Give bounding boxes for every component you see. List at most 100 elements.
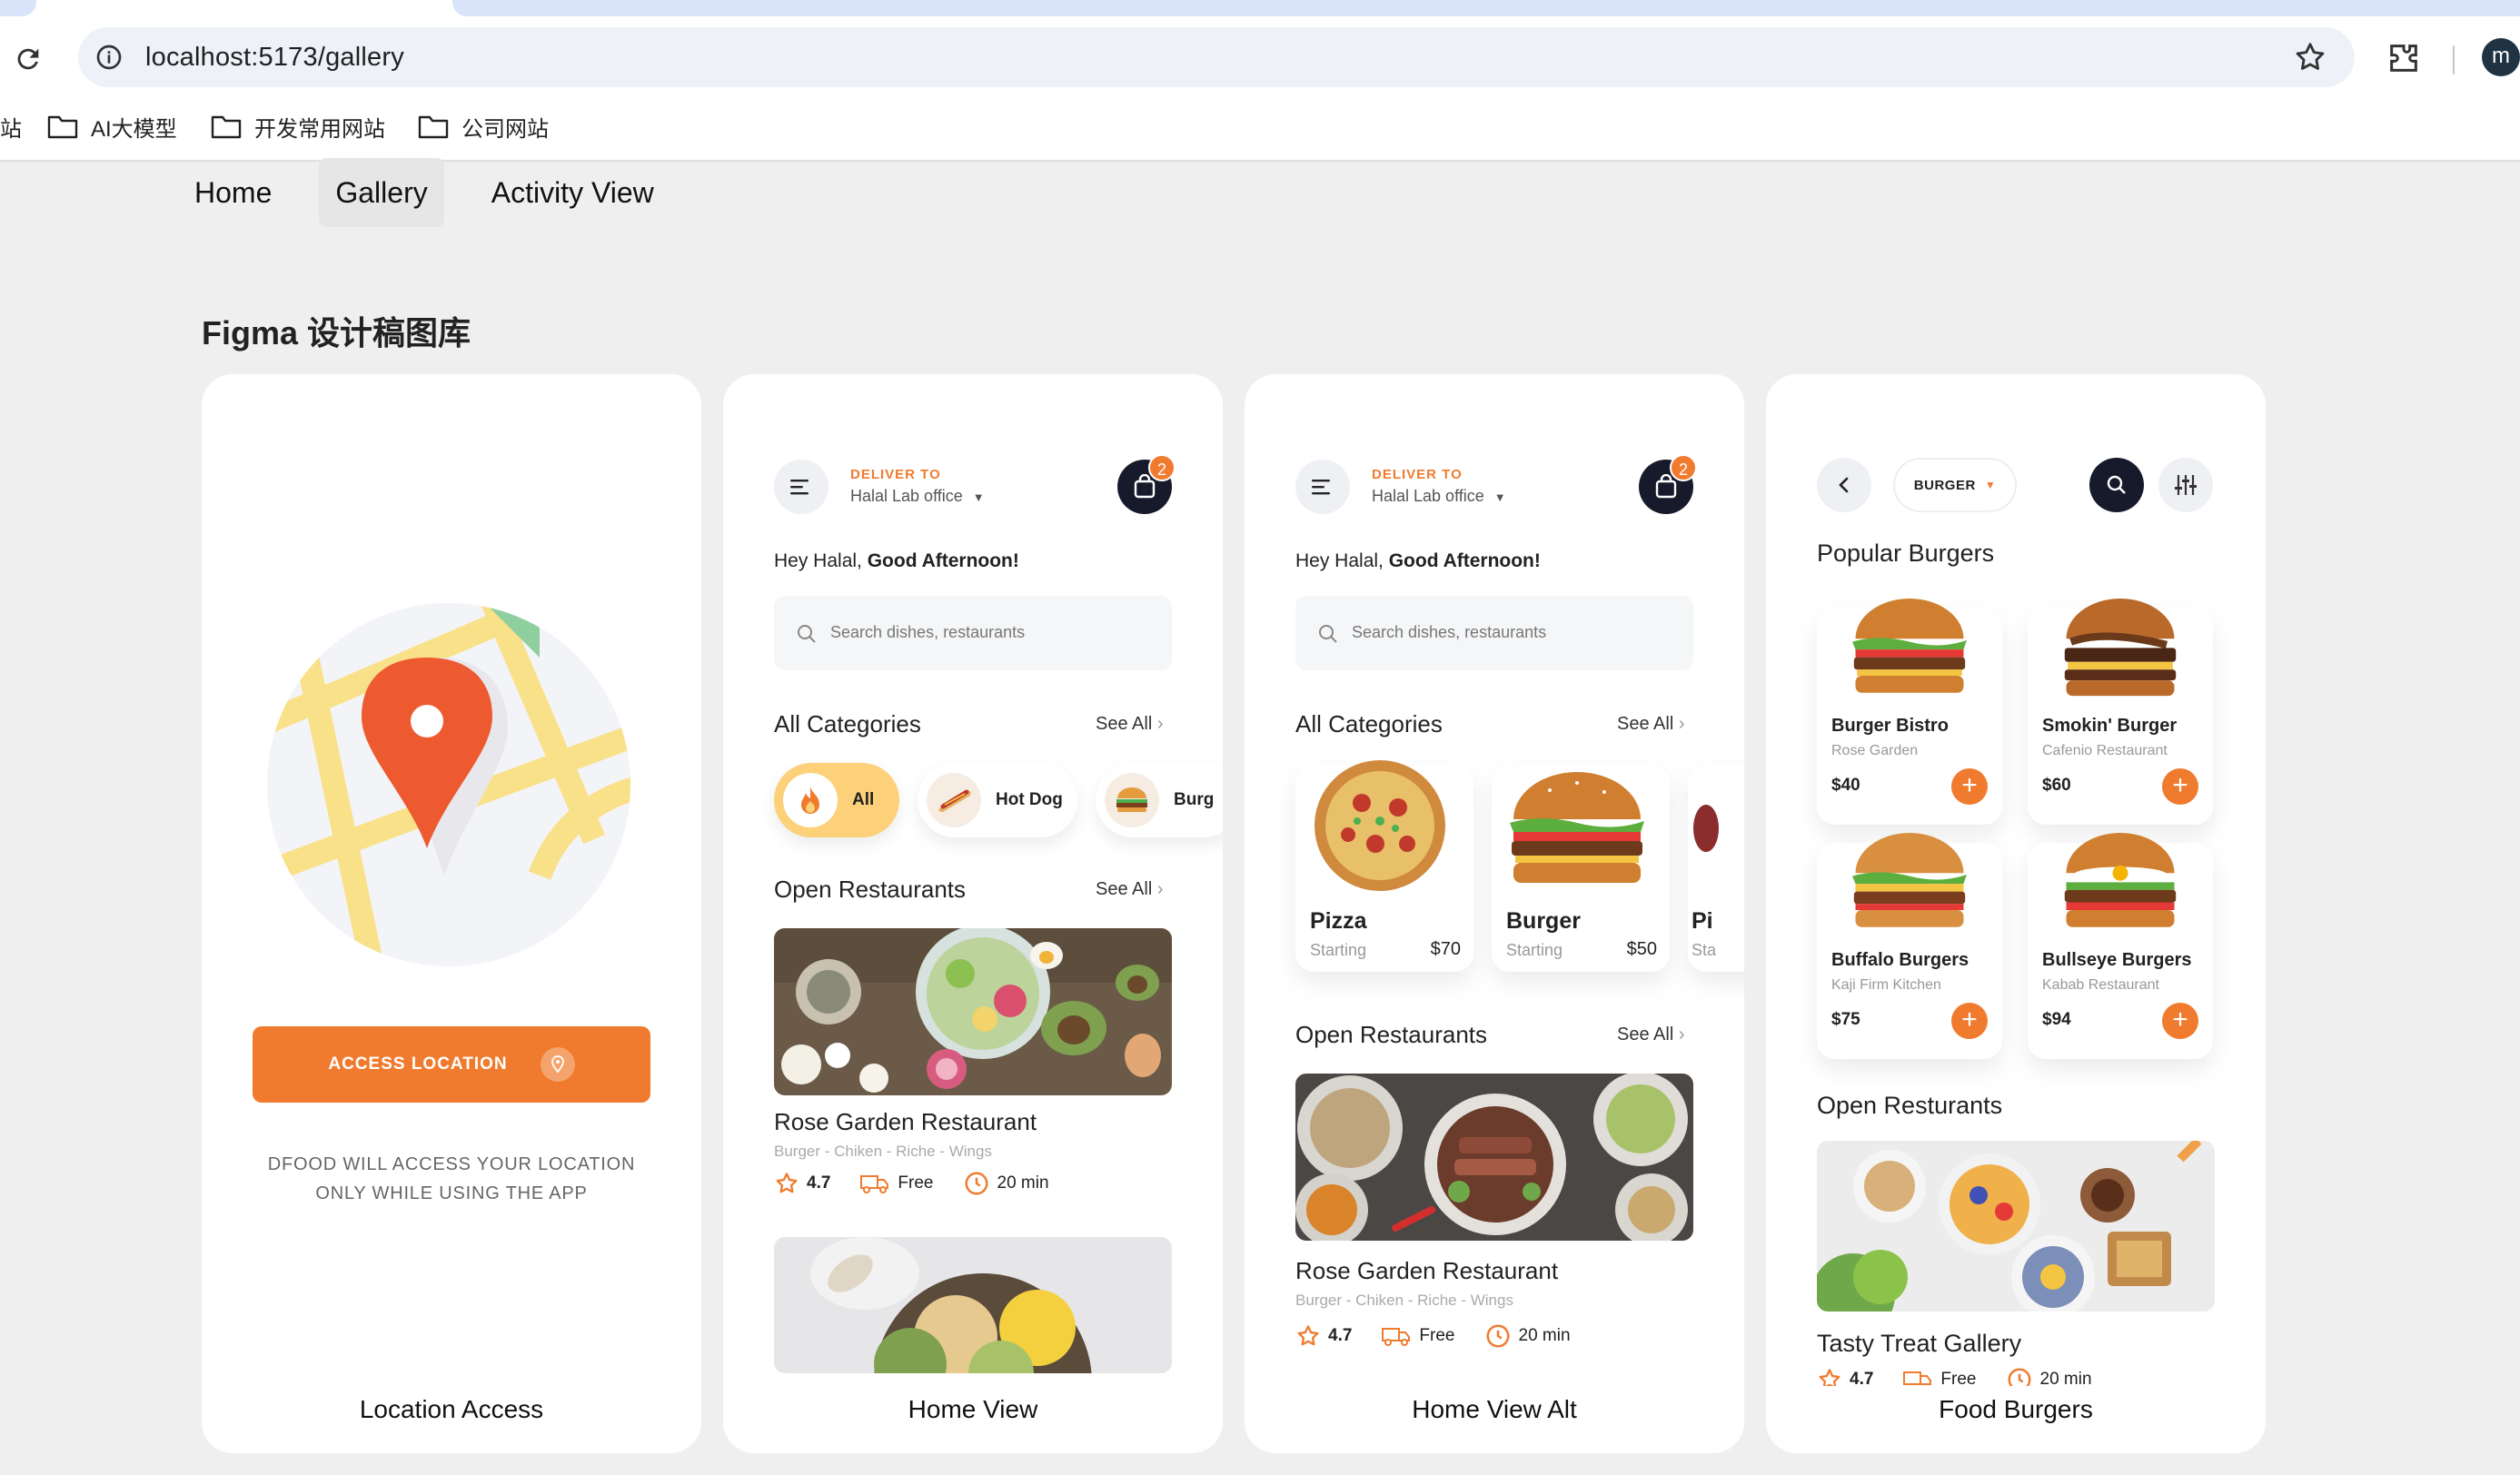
- back-button[interactable]: [1817, 458, 1871, 512]
- burger-card[interactable]: Bullseye Burgers Kabab Restaurant $94 +: [2028, 833, 2213, 1059]
- menu-button[interactable]: [774, 460, 828, 514]
- access-location-button[interactable]: ACCESS LOCATION: [253, 1026, 650, 1103]
- star-icon: [1297, 1325, 1319, 1346]
- category-card-burger[interactable]: Burger Starting $50: [1492, 765, 1670, 972]
- gallery-card-home-alt[interactable]: DELIVER TO Halal Lab office ▼ 2 Hey Hala…: [1245, 374, 1744, 1453]
- search-icon: [2107, 475, 2126, 494]
- time: 20 min: [1484, 1322, 1571, 1350]
- sliders-icon: [2175, 475, 2197, 495]
- menu-icon: [1312, 480, 1330, 495]
- folder-icon: [211, 115, 242, 139]
- delivery-truck-icon: [1903, 1371, 1932, 1385]
- nav-gallery[interactable]: Gallery: [319, 158, 444, 227]
- gallery-card-burgers[interactable]: BURGER ▼ Popular Burgers Burger Bistro Ro…: [1766, 374, 2266, 1453]
- category-card-pizza[interactable]: Pizza Starting $70: [1295, 760, 1473, 972]
- search-icon: [798, 625, 816, 643]
- inactive-tab-area[interactable]: [452, 0, 2520, 16]
- see-all-link[interactable]: See All ›: [1096, 879, 1164, 900]
- toolbar-divider: [2453, 45, 2455, 74]
- url-text[interactable]: localhost:5173/gallery: [145, 43, 404, 73]
- nav-home[interactable]: Home: [178, 158, 288, 227]
- reload-icon[interactable]: [13, 44, 44, 74]
- steak-photo: [1295, 1074, 1693, 1241]
- bookmark-folder[interactable]: 开发常用网站: [211, 111, 385, 142]
- cart-button[interactable]: 2: [1117, 454, 1176, 514]
- category-chip-hotdog[interactable]: Hot Dog: [918, 763, 1077, 837]
- search-button[interactable]: [2089, 458, 2144, 512]
- section-title-open-restaurants: Open Restaurants: [774, 876, 967, 903]
- menu-button[interactable]: [1295, 460, 1350, 514]
- search-input[interactable]: Search dishes, restaurants: [774, 596, 1172, 670]
- fire-icon: [783, 773, 838, 827]
- star-icon: [1819, 1369, 1840, 1386]
- category-card-partial[interactable]: Pi Sta: [1688, 765, 1744, 972]
- burger-card[interactable]: Buffalo Burgers Kaji Firm Kitchen $75 +: [1817, 833, 2002, 1059]
- cart-button[interactable]: 2: [1639, 454, 1697, 514]
- section-title-categories: All Categories: [774, 710, 921, 738]
- chevron-right-icon: ›: [1678, 1025, 1685, 1044]
- add-to-cart-button[interactable]: +: [1951, 1003, 1988, 1039]
- category-chip-burger[interactable]: Burg: [1096, 763, 1223, 837]
- restaurant-image[interactable]: [774, 1237, 1172, 1373]
- see-all-link[interactable]: See All ›: [1617, 714, 1685, 735]
- food-image: [1693, 805, 1719, 852]
- time: 20 min: [963, 1170, 1049, 1197]
- add-to-cart-button[interactable]: +: [2162, 1003, 2198, 1039]
- burger-price: $75: [1831, 1010, 1860, 1029]
- bookmark-star-icon[interactable]: [2293, 40, 2327, 74]
- time-value: 20 min: [997, 1173, 1049, 1193]
- burger-name: Smokin' Burger: [2042, 716, 2178, 736]
- burger-place: Kaji Firm Kitchen: [1831, 977, 1941, 993]
- bookmark-folder[interactable]: AI大模型: [47, 111, 177, 142]
- star-icon: [776, 1173, 798, 1193]
- nav-activity-view[interactable]: Activity View: [475, 158, 670, 227]
- category-chip-all[interactable]: All: [774, 763, 899, 837]
- note-line: DFOOD WILL ACCESS YOUR LOCATION: [267, 1154, 636, 1174]
- burger-image: [1510, 772, 1644, 883]
- category-name: Pi: [1692, 908, 1713, 934]
- restaurant-image[interactable]: [774, 928, 1172, 1095]
- bookmark-label: 公司网站: [461, 116, 549, 142]
- see-all-label: See All: [1096, 714, 1153, 734]
- clock-icon: [965, 1172, 987, 1195]
- page-title: Figma 设计稿图库: [202, 314, 471, 351]
- extensions-icon[interactable]: [2386, 40, 2422, 76]
- restaurant-tags: Burger - Chiken - Riche - Wings: [774, 1143, 992, 1160]
- burger-image: [2064, 599, 2177, 697]
- restaurant-tags: Burger - Chiken - Riche - Wings: [1295, 1292, 1513, 1309]
- bookmark-folder[interactable]: 公司网站: [418, 111, 549, 142]
- burger-name: Burger Bistro: [1831, 716, 1949, 736]
- office-select[interactable]: Halal Lab office ▼: [850, 487, 985, 506]
- see-all-link[interactable]: See All ›: [1617, 1025, 1685, 1045]
- gallery-card-location[interactable]: ACCESS LOCATION DFOOD WILL ACCESS YOUR L…: [202, 374, 701, 1453]
- burger-card[interactable]: Smokin' Burger Cafenio Restaurant $60 +: [2028, 599, 2213, 825]
- profile-avatar[interactable]: m: [2482, 38, 2520, 76]
- address-bar[interactable]: localhost:5173/gallery: [78, 27, 2355, 87]
- bookmark-label: AI大模型: [91, 116, 177, 142]
- add-to-cart-button[interactable]: +: [1951, 768, 1988, 805]
- add-to-cart-button[interactable]: +: [2162, 768, 2198, 805]
- category-price: $50: [1626, 939, 1657, 959]
- see-all-link[interactable]: See All ›: [1096, 714, 1164, 735]
- greeting-text: Hey Halal,: [1295, 550, 1389, 571]
- burger-place: Rose Garden: [1831, 743, 1919, 758]
- category-name: Pizza: [1310, 908, 1367, 934]
- delivery: Free: [1381, 1325, 1455, 1347]
- search-input[interactable]: Search dishes, restaurants: [1295, 596, 1693, 670]
- burger-filter-select[interactable]: BURGER ▼: [1893, 458, 2017, 512]
- burger-image: [1852, 833, 1967, 927]
- site-info-icon[interactable]: [94, 43, 124, 72]
- burger-card[interactable]: Burger Bistro Rose Garden $40 +: [1817, 599, 2002, 825]
- restaurant-image[interactable]: [1817, 1141, 2215, 1312]
- rating-value: 4.7: [1328, 1326, 1353, 1345]
- gallery-card-home[interactable]: DELIVER TO Halal Lab office ▼ 2 Hey Hala…: [723, 374, 1223, 1453]
- section-title-open-restaurants: Open Restaurants: [1295, 1021, 1488, 1048]
- caret-down-icon: ▼: [1984, 479, 1997, 491]
- restaurant-image[interactable]: [1295, 1074, 1693, 1241]
- office-select[interactable]: Halal Lab office ▼: [1372, 487, 1506, 506]
- bookmark-partial[interactable]: 站: [0, 111, 22, 142]
- search-icon: [1319, 625, 1337, 643]
- bookmark-label: 站: [0, 116, 22, 142]
- filter-button[interactable]: [2158, 458, 2213, 512]
- restaurant-name: Tasty Treat Gallery: [1817, 1330, 2022, 1357]
